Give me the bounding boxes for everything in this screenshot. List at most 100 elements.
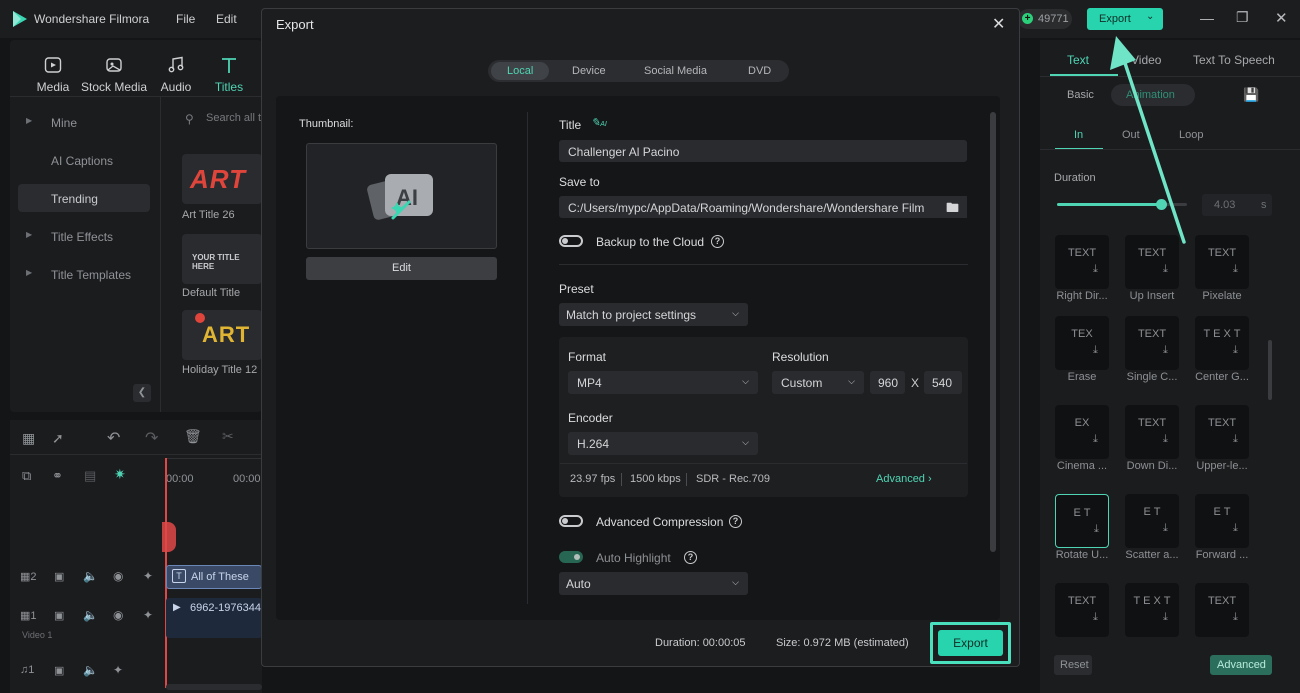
snap-icon[interactable]: ✷ (114, 466, 126, 483)
sidebar-item-label: Mine (51, 116, 78, 130)
advanced-compression-toggle[interactable] (559, 515, 583, 527)
select-tool-icon[interactable]: ➚ (52, 430, 64, 447)
save-preset-icon[interactable]: 💾 (1243, 87, 1259, 103)
save-to-input[interactable]: C:/Users/mypc/AppData/Roaming/Wondershar… (559, 196, 967, 218)
auto-highlight-toggle[interactable] (559, 551, 583, 563)
link-icon[interactable]: ⚭ (52, 468, 63, 484)
reset-button[interactable]: Reset (1054, 655, 1092, 675)
width-input[interactable]: 960 (870, 371, 905, 394)
backup-cloud-toggle[interactable] (559, 235, 583, 247)
format-dropdown[interactable]: MP4 ⌵ (568, 371, 758, 394)
export-button[interactable]: Export (938, 630, 1003, 656)
cut-icon[interactable]: ✂ (222, 428, 234, 445)
caret-right-icon: ▶ (26, 116, 33, 125)
tab-social-media[interactable]: Social Media (644, 65, 707, 77)
chevron-down-icon: ⌵ (732, 308, 739, 318)
speaker-icon[interactable]: 🔈 (83, 569, 98, 583)
animation-preset[interactable]: EX ⤓ (1055, 405, 1109, 459)
tab-text[interactable]: Text (1067, 53, 1089, 67)
animation-preset[interactable]: TEX ⤓ (1055, 316, 1109, 370)
advanced-button[interactable]: Advanced (1210, 655, 1272, 675)
ruler-line (165, 458, 262, 459)
collapse-sidebar-button[interactable]: ❮ (133, 384, 151, 402)
speaker-icon[interactable]: 🔈 (83, 663, 98, 677)
animation-preset[interactable]: TEXT ⤓ (1125, 405, 1179, 459)
animation-preset[interactable]: TEXT ⤓ (1195, 405, 1249, 459)
animation-preset[interactable]: E T ⤓ (1125, 494, 1179, 548)
ai-title-icon[interactable]: ✎AI (591, 116, 607, 129)
animation-preset[interactable]: T E X T ⤓ (1195, 316, 1249, 370)
magic-icon[interactable]: ✦ (143, 569, 153, 583)
minimize-icon[interactable]: — (1200, 10, 1214, 26)
help-icon[interactable]: ? (684, 551, 697, 564)
animation-preset[interactable]: TEXT ⤓ (1195, 235, 1249, 289)
layout-grid-icon[interactable]: ▦ (22, 430, 35, 447)
sidebar-item-mine[interactable]: ▶ Mine (18, 108, 150, 136)
format-divider (560, 463, 967, 464)
title-input[interactable]: Challenger Al Pacino (559, 140, 967, 162)
auto-highlight-dropdown[interactable]: Auto ⌵ (559, 572, 748, 595)
magic-icon[interactable]: ✦ (113, 663, 123, 677)
tab-text-to-speech[interactable]: Text To Speech (1193, 53, 1275, 67)
duration-input[interactable]: 4.03 s (1202, 194, 1272, 216)
animation-preset[interactable]: TEXT ⤓ (1195, 583, 1249, 637)
chevron-down-icon[interactable]: ⌄ (1146, 11, 1154, 22)
playhead-handle[interactable] (162, 522, 176, 552)
preset-dropdown[interactable]: Match to project settings ⌵ (559, 303, 748, 326)
timeline-scrollbar[interactable] (166, 684, 262, 690)
tab-device[interactable]: Device (572, 65, 606, 77)
help-icon[interactable]: ? (711, 235, 724, 248)
library-thumb-default-title[interactable]: YOUR TITLE HERE (182, 234, 262, 284)
height-input[interactable]: 540 (924, 371, 962, 394)
edit-thumbnail-button[interactable]: Edit (306, 257, 497, 280)
library-thumb-holiday-title-12[interactable]: ART (182, 310, 262, 360)
clip-label: All of These (191, 571, 249, 583)
menu-edit[interactable]: Edit (216, 12, 237, 26)
anim-tab-in[interactable]: In (1074, 129, 1083, 141)
advanced-compression-label: Advanced Compression (596, 515, 724, 529)
animation-preset[interactable]: TEXT ⤓ (1125, 316, 1179, 370)
subtab-basic[interactable]: Basic (1067, 89, 1094, 101)
settings-scrollbar[interactable] (990, 112, 996, 552)
magic-icon[interactable]: ✦ (143, 608, 153, 622)
menu-file[interactable]: File (176, 12, 195, 26)
search-input[interactable]: Search all t (206, 112, 261, 124)
sidebar-item-ai-captions[interactable]: AI Captions (18, 146, 150, 174)
caret-right-icon: ▶ (26, 230, 33, 239)
audio-icon (167, 56, 185, 74)
undo-icon[interactable]: ↶ (107, 428, 120, 448)
eye-icon[interactable]: ◉ (113, 569, 123, 583)
close-icon[interactable]: ✕ (992, 14, 1005, 34)
lock-icon[interactable]: ▣ (54, 609, 64, 622)
redo-icon[interactable]: ↷ (145, 428, 158, 448)
sidebar-item-title-templates[interactable]: ▶ Title Templates (18, 260, 150, 288)
lock-icon[interactable]: ▣ (54, 570, 64, 583)
folder-icon[interactable]: 🖿 (946, 196, 967, 218)
delete-icon[interactable]: 🗑 (184, 428, 202, 445)
sidebar-item-trending[interactable]: Trending (18, 184, 150, 212)
encoder-dropdown[interactable]: H.264 ⌵ (568, 432, 758, 455)
tab-dvd[interactable]: DVD (748, 65, 771, 77)
help-icon[interactable]: ? (729, 515, 742, 528)
window-close-icon[interactable]: ✕ (1275, 9, 1288, 27)
caption-icon[interactable]: ▤ (84, 468, 96, 484)
library-thumb-art-title-26[interactable]: ART (182, 154, 262, 204)
tab-local[interactable]: Local (507, 65, 533, 77)
add-track-icon[interactable]: ⧉ (22, 468, 31, 484)
resolution-dropdown[interactable]: Custom ⌵ (772, 371, 864, 394)
duration-unit: s (1261, 199, 1267, 211)
audio-track-icon: ♫1 (20, 664, 35, 676)
maximize-icon[interactable]: ❐ (1236, 9, 1249, 26)
eye-icon[interactable]: ◉ (113, 608, 123, 622)
thumbnail-preview[interactable]: AI (306, 143, 497, 249)
sidebar-item-title-effects[interactable]: ▶ Title Effects (18, 222, 150, 250)
speaker-icon[interactable]: 🔈 (83, 608, 98, 622)
right-scrollbar[interactable] (1268, 340, 1272, 400)
lock-icon[interactable]: ▣ (54, 664, 64, 677)
animation-preset[interactable]: E T ⤓ (1055, 494, 1109, 548)
advanced-settings-link[interactable]: Advanced › (876, 473, 932, 485)
animation-preset[interactable]: T E X T ⤓ (1125, 583, 1179, 637)
premium-gem-icon (195, 313, 205, 323)
animation-preset[interactable]: TEXT ⤓ (1055, 583, 1109, 637)
animation-preset[interactable]: E T ⤓ (1195, 494, 1249, 548)
